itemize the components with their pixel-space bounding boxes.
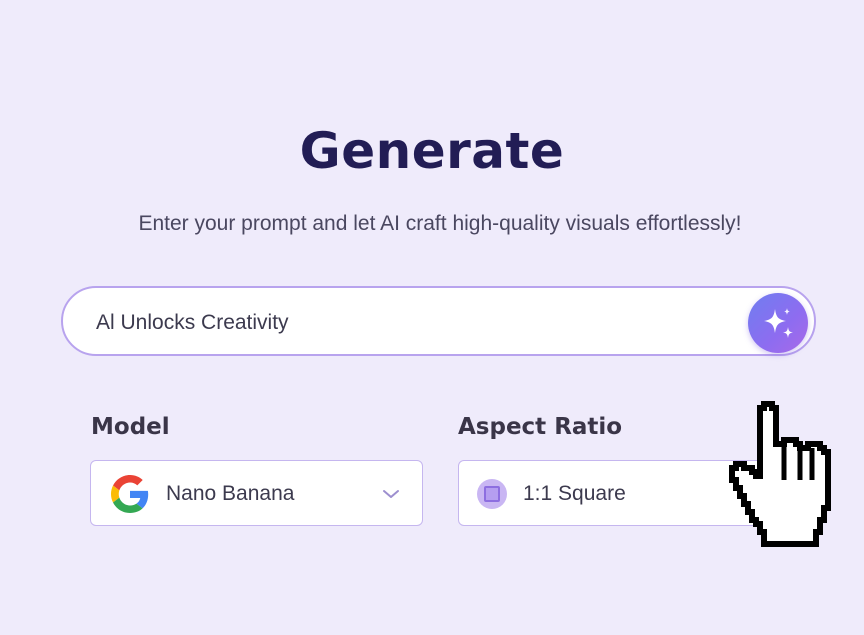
prompt-input[interactable] bbox=[96, 308, 716, 338]
page-subtitle: Enter your prompt and let AI craft high-… bbox=[138, 212, 742, 235]
generate-page: Generate Enter your prompt and let AI cr… bbox=[0, 0, 864, 635]
model-value: Nano Banana bbox=[166, 482, 295, 505]
generate-button[interactable] bbox=[748, 293, 808, 353]
hand-pointer-cursor-icon bbox=[728, 400, 832, 548]
google-g-icon bbox=[111, 475, 149, 513]
aspect-ratio-label: Aspect Ratio bbox=[458, 414, 623, 440]
prompt-field[interactable] bbox=[61, 286, 816, 356]
chevron-down-icon bbox=[383, 490, 399, 498]
model-label: Model bbox=[91, 414, 170, 440]
square-ratio-icon bbox=[477, 479, 507, 509]
page-title: Generate bbox=[299, 122, 565, 180]
aspect-ratio-value: 1:1 Square bbox=[523, 482, 626, 505]
model-select[interactable]: Nano Banana bbox=[90, 460, 423, 526]
sparkle-icon bbox=[764, 308, 793, 338]
